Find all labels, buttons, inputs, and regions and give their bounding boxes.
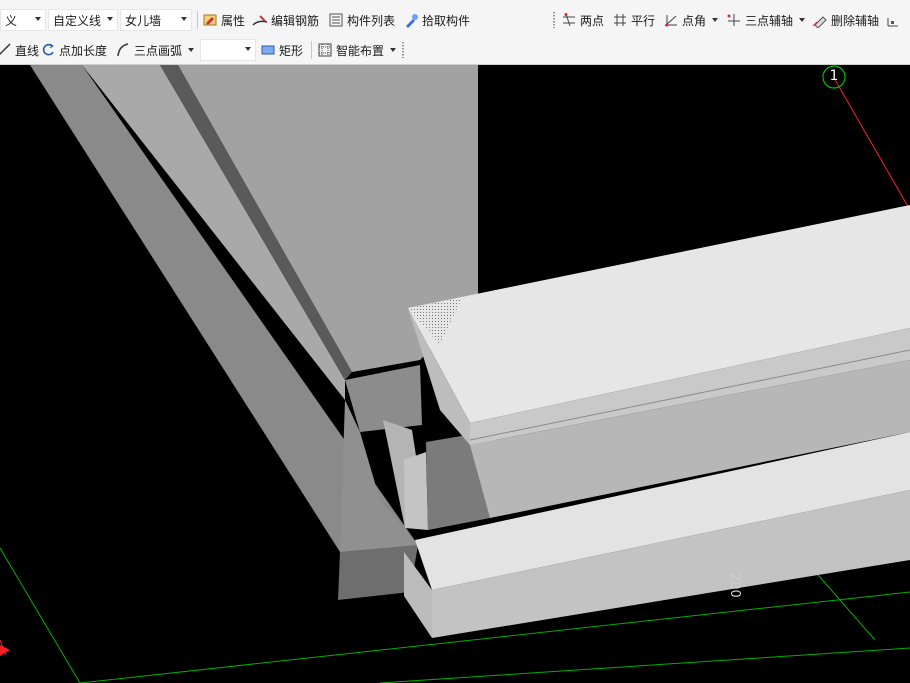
dimension-tool-icon bbox=[886, 12, 902, 28]
point-length-button[interactable]: 点加长度 bbox=[40, 39, 107, 61]
chevron-down-icon bbox=[107, 17, 113, 21]
eraser-icon bbox=[812, 12, 828, 29]
pick-icon bbox=[403, 12, 419, 28]
dimension-label: 200 bbox=[727, 573, 742, 598]
chevron-down-icon[interactable] bbox=[390, 48, 397, 52]
line-icon bbox=[0, 42, 12, 58]
chevron-down-icon[interactable] bbox=[188, 48, 195, 52]
line-button[interactable]: 直线 bbox=[0, 39, 39, 61]
edit-rebar-icon bbox=[252, 12, 268, 28]
parallel-axis-icon bbox=[612, 12, 628, 28]
parallel-label: 平行 bbox=[631, 13, 656, 28]
rectangle-button[interactable]: 矩形 bbox=[260, 39, 303, 61]
overflow-tool-button[interactable] bbox=[886, 9, 902, 31]
arc-icon bbox=[115, 42, 131, 58]
toolbar-grip[interactable] bbox=[553, 12, 555, 28]
point-angle-button[interactable]: 点角 bbox=[663, 9, 719, 31]
component-select-value: 女儿墙 bbox=[125, 13, 162, 28]
rectangle-label: 矩形 bbox=[279, 43, 304, 58]
smart-layout-label: 智能布置 bbox=[336, 43, 385, 58]
right-parapet-wall[interactable] bbox=[404, 205, 910, 638]
smart-layout-button[interactable]: 智能布置 bbox=[317, 39, 397, 61]
parallel-button[interactable]: 平行 bbox=[612, 9, 655, 31]
chevron-down-icon[interactable] bbox=[712, 18, 719, 22]
delete-axis-label: 删除辅轴 bbox=[831, 13, 880, 28]
axis-arrow-icon bbox=[0, 645, 10, 656]
two-points-axis-icon bbox=[561, 12, 577, 28]
two-points-button[interactable]: 两点 bbox=[561, 9, 604, 31]
component-select[interactable]: 女儿墙 bbox=[120, 9, 192, 31]
toolbar-grip[interactable] bbox=[402, 42, 404, 58]
toolbar-separator bbox=[197, 11, 198, 29]
chevron-down-icon bbox=[35, 17, 41, 21]
pick-component-label: 拾取构件 bbox=[422, 13, 471, 28]
toolbar: 义 自定义线 女儿墙 属性 编辑钢筋 构件列表 拾取构件 两点 平行 点角 三点… bbox=[0, 0, 910, 65]
rotate-arrow-icon bbox=[40, 42, 56, 58]
3d-viewport[interactable]: 1 200 bbox=[0, 65, 910, 683]
properties-icon bbox=[202, 12, 218, 28]
properties-label: 属性 bbox=[221, 13, 246, 28]
component-list-label: 构件列表 bbox=[347, 13, 396, 28]
axis-number-label: 1 bbox=[829, 68, 839, 84]
3d-model-canvas[interactable] bbox=[0, 65, 910, 683]
line-type-select[interactable]: 自定义线 bbox=[48, 9, 118, 31]
three-point-axis-label: 三点辅轴 bbox=[745, 13, 794, 28]
edit-rebar-label: 编辑钢筋 bbox=[271, 13, 320, 28]
properties-button[interactable]: 属性 bbox=[202, 9, 245, 31]
type-select-value: 义 bbox=[5, 13, 18, 28]
line-label: 直线 bbox=[15, 43, 40, 58]
two-points-label: 两点 bbox=[580, 13, 605, 28]
point-length-label: 点加长度 bbox=[59, 43, 108, 58]
three-point-arc-button[interactable]: 三点画弧 bbox=[115, 39, 195, 61]
three-point-axis-icon bbox=[726, 12, 742, 28]
toolbar-row-2: 直线 点加长度 三点画弧 矩形 智能布置 bbox=[0, 36, 910, 64]
type-select[interactable]: 义 bbox=[0, 9, 46, 31]
smart-layout-icon bbox=[317, 42, 333, 58]
rectangle-icon bbox=[260, 42, 276, 58]
three-point-arc-label: 三点画弧 bbox=[134, 43, 183, 58]
pick-component-button[interactable]: 拾取构件 bbox=[403, 9, 470, 31]
point-angle-label: 点角 bbox=[682, 13, 707, 28]
line-type-select-value: 自定义线 bbox=[53, 13, 102, 28]
toolbar-row-1: 义 自定义线 女儿墙 属性 编辑钢筋 构件列表 拾取构件 两点 平行 点角 三点… bbox=[0, 6, 910, 34]
three-point-axis-button[interactable]: 三点辅轴 bbox=[726, 9, 806, 31]
toolbar-separator bbox=[311, 41, 312, 59]
delete-axis-button[interactable]: 删除辅轴 bbox=[812, 9, 879, 31]
point-angle-icon bbox=[663, 12, 679, 28]
component-list-button[interactable]: 构件列表 bbox=[328, 9, 395, 31]
list-icon bbox=[328, 12, 344, 28]
chevron-down-icon bbox=[245, 47, 251, 51]
edit-rebar-button[interactable]: 编辑钢筋 bbox=[252, 9, 319, 31]
arc-parameter-select[interactable] bbox=[200, 39, 256, 61]
chevron-down-icon[interactable] bbox=[799, 18, 806, 22]
chevron-down-icon bbox=[181, 17, 187, 21]
